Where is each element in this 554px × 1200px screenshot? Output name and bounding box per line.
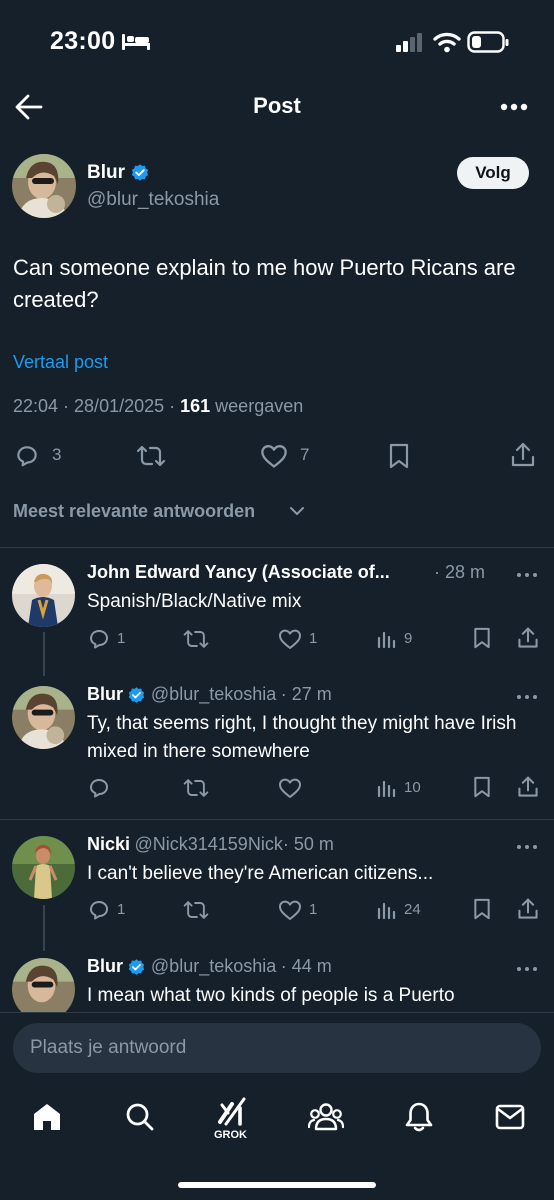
repost-icon[interactable] (182, 898, 210, 922)
reply-author-name[interactable]: Blur (87, 956, 123, 976)
views-count: 24 (404, 901, 421, 918)
reply-input[interactable]: Plaats je antwoord (13, 1023, 541, 1073)
post-timestamp: 22:04 · 28/01/2025 · (13, 396, 181, 416)
wifi-icon (433, 31, 461, 53)
reply-text: Ty, that seems right, I thought they mig… (87, 713, 517, 762)
reply-time: · 27 m (280, 684, 332, 704)
divider (0, 819, 554, 820)
reply-header: Blur @blur_tekoshia · 27 m (87, 684, 332, 705)
repost-icon[interactable] (135, 443, 167, 469)
page-title: Post (253, 93, 301, 118)
reply-time: · 28 m (434, 562, 486, 582)
avatar[interactable] (12, 154, 76, 218)
bookmark-icon[interactable] (472, 775, 492, 799)
like-count: 1 (309, 901, 318, 918)
more-options-icon[interactable] (500, 102, 528, 112)
reply-text: Spanish/Black/Native mix (87, 591, 302, 612)
like-count: 1 (309, 630, 318, 647)
communities-icon[interactable] (308, 1101, 344, 1133)
divider (0, 547, 554, 548)
reply-author-handle[interactable]: @blur_tekoshia (151, 684, 276, 704)
reply-icon[interactable] (87, 898, 111, 922)
bookmark-icon[interactable] (387, 442, 411, 470)
views-label: weergaven (210, 396, 304, 416)
sleep-mode-icon (121, 32, 151, 52)
verified-badge-icon (127, 686, 146, 705)
search-icon[interactable] (124, 1101, 156, 1133)
verified-badge-icon (127, 958, 146, 977)
translate-post-link[interactable]: Vertaal post (13, 352, 108, 373)
home-icon[interactable] (31, 1101, 63, 1133)
views-count: 9 (404, 630, 413, 647)
reply-author-handle[interactable]: @blur_tekoshia (151, 956, 276, 976)
views-chart-icon[interactable] (376, 777, 398, 799)
battery-icon (467, 30, 509, 54)
thread-line (43, 905, 45, 951)
cellular-signal-icon (396, 32, 424, 52)
like-icon[interactable] (260, 443, 288, 469)
post-text: Can someone explain to me how Puerto Ric… (13, 255, 516, 312)
reply-text: I can't believe they're American citizen… (87, 863, 434, 884)
author-name-row: Blur (87, 162, 150, 184)
share-icon[interactable] (516, 626, 540, 650)
like-count: 7 (300, 445, 310, 464)
like-icon[interactable] (278, 628, 302, 650)
reply-count: 1 (117, 630, 126, 647)
more-options-icon[interactable] (516, 966, 538, 972)
grok-label: GROK (214, 1129, 247, 1141)
views-chart-icon[interactable] (376, 899, 398, 921)
share-icon[interactable] (509, 441, 537, 469)
chevron-down-icon[interactable] (289, 505, 305, 517)
repost-icon[interactable] (182, 776, 210, 800)
reply-author-name[interactable]: Nicki (87, 834, 130, 854)
author-handle[interactable]: @blur_tekoshia (87, 189, 219, 211)
post-meta: 22:04 · 28/01/2025 · 161 weergaven (13, 396, 303, 417)
reply-author-name[interactable]: John Edward Yancy (Associate of... (87, 562, 390, 583)
follow-button[interactable]: Volg (457, 157, 529, 189)
views-chart-icon[interactable] (376, 628, 398, 650)
reply-time: · 44 m (280, 956, 332, 976)
repost-icon[interactable] (182, 627, 210, 651)
avatar[interactable] (12, 836, 75, 899)
more-options-icon[interactable] (516, 844, 538, 850)
messages-mail-icon[interactable] (494, 1102, 526, 1132)
share-icon[interactable] (516, 897, 540, 921)
more-options-icon[interactable] (516, 694, 538, 700)
bookmark-icon[interactable] (472, 897, 492, 921)
thread-line (43, 632, 45, 676)
status-time: 23:00 (50, 27, 116, 55)
reply-icon[interactable] (87, 776, 111, 800)
reply-count: 3 (52, 445, 62, 464)
notifications-bell-icon[interactable] (403, 1100, 435, 1134)
reply-author-name[interactable]: Blur (87, 684, 123, 704)
reply-author-handle[interactable]: @Nick314159Nick (134, 834, 282, 854)
reply-header: Nicki @Nick314159Nick· 50 m (87, 834, 334, 855)
verified-badge-icon (130, 163, 150, 183)
reply-time: · 50 m (282, 834, 334, 854)
share-icon[interactable] (516, 775, 540, 799)
reply-text: I mean what two kinds of people is a Pue… (87, 985, 455, 1006)
home-indicator (178, 1182, 376, 1188)
like-icon[interactable] (278, 777, 302, 799)
reply-input-placeholder: Plaats je antwoord (30, 1037, 187, 1058)
avatar[interactable] (12, 564, 75, 627)
sort-label: Meest relevante antwoorden (13, 501, 256, 521)
replies-sort-dropdown[interactable]: Meest relevante antwoorden (13, 501, 255, 522)
bookmark-icon[interactable] (472, 626, 492, 650)
reply-header: Blur @blur_tekoshia · 44 m (87, 956, 332, 977)
views-count: 161 (180, 396, 211, 416)
author-name[interactable]: Blur (87, 162, 125, 183)
more-options-icon[interactable] (516, 572, 538, 578)
avatar[interactable] (12, 686, 75, 749)
like-icon[interactable] (278, 899, 302, 921)
reply-icon[interactable] (87, 627, 111, 651)
reply-count: 1 (117, 901, 126, 918)
views-count: 10 (404, 779, 421, 796)
reply-icon[interactable] (14, 443, 40, 469)
grok-icon[interactable] (216, 1096, 250, 1126)
